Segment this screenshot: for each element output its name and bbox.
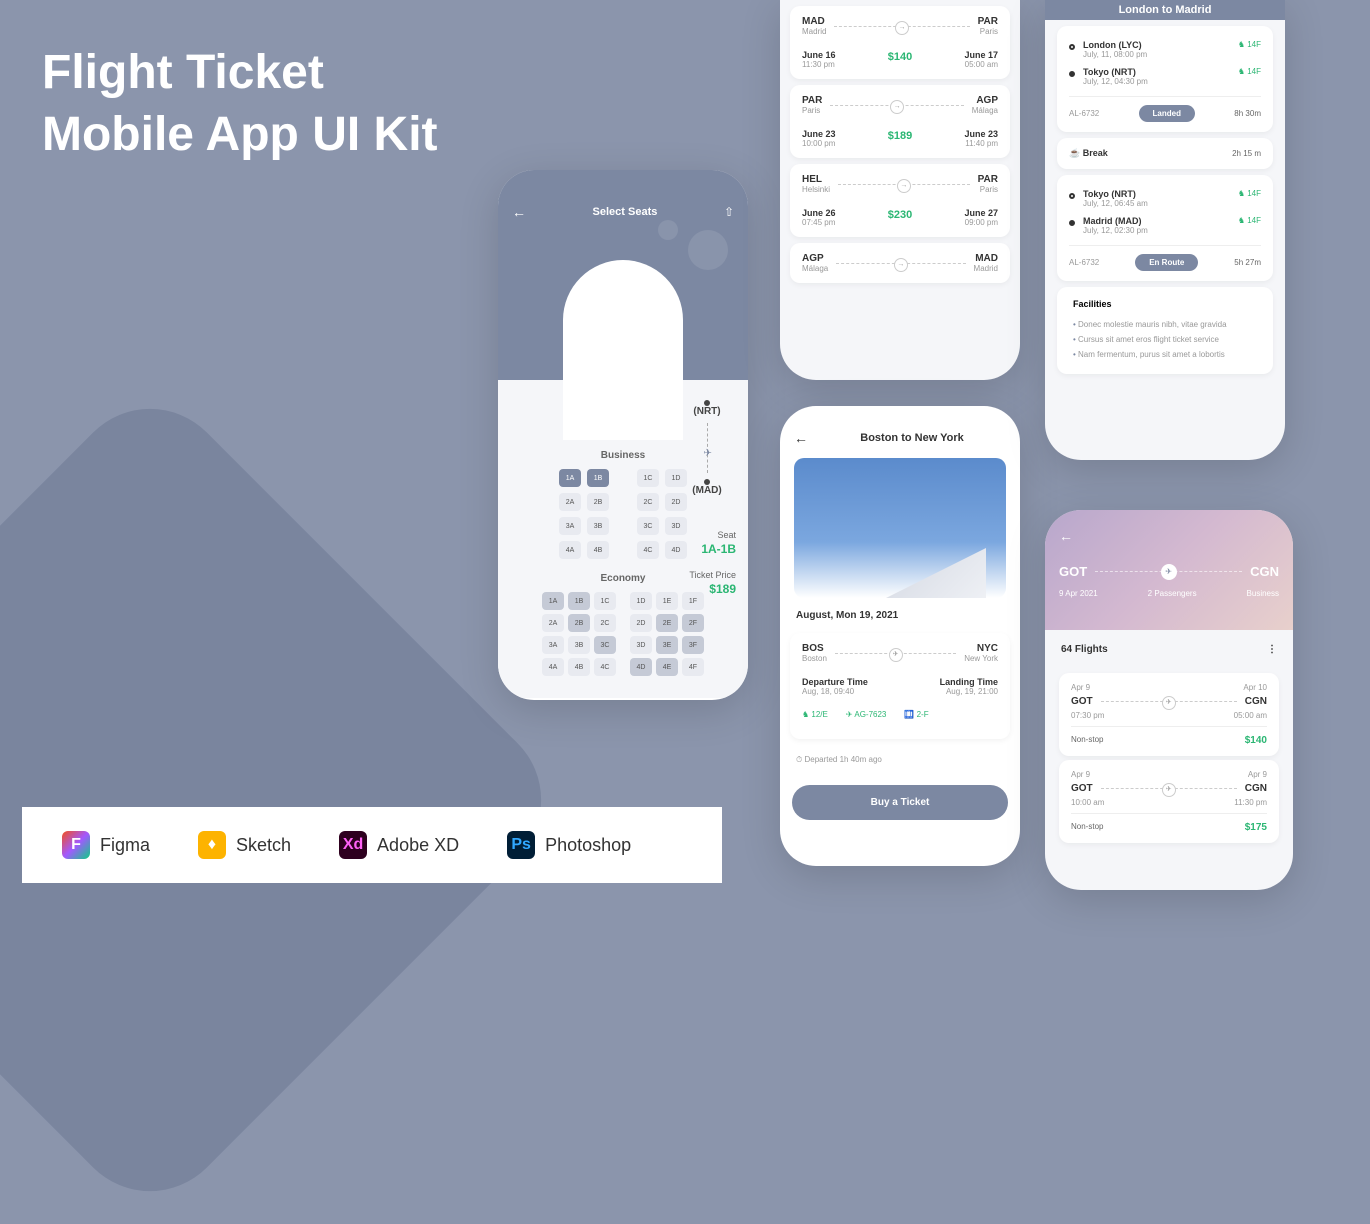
itinerary-leg[interactable]: London (LYC)July, 11, 08:00 pm♞ 14F Toky…	[1057, 26, 1273, 132]
economy-seats: 1A1B1C2A2B2C3A3B3C4A4B4C 1D1E1F2D2E2F3D3…	[510, 592, 736, 676]
seat[interactable]: 4A	[542, 658, 564, 676]
select-seats-header: ← Select Seats ⇧	[498, 170, 748, 380]
seat[interactable]: 1B	[587, 469, 609, 487]
results-count: 64 Flights	[1061, 644, 1108, 655]
seat[interactable]: 1A	[542, 592, 564, 610]
xd-icon: Xd	[339, 831, 367, 859]
phone-itinerary: London to Madrid London (LYC)July, 11, 0…	[1045, 0, 1285, 460]
screen-title: London to Madrid	[1045, 0, 1285, 20]
seat[interactable]: 3C	[637, 517, 659, 535]
seat[interactable]: 3D	[630, 636, 652, 654]
seat[interactable]: 2D	[630, 614, 652, 632]
itinerary-leg[interactable]: Tokyo (NRT)July, 12, 06:45 am♞ 14F Madri…	[1057, 175, 1273, 281]
tool-sketch: ♦Sketch	[198, 831, 291, 859]
tool-ps: PsPhotoshop	[507, 831, 631, 859]
seat[interactable]: 2B	[587, 493, 609, 511]
facility-item: Cursus sit amet eros flight ticket servi…	[1073, 332, 1257, 347]
seat[interactable]: 1C	[594, 592, 616, 610]
flight-card[interactable]: HELHelsinki→PARParisJune 2607:45 pm$230J…	[790, 164, 1010, 237]
flight-detail-card: BOSBoston ✈ NYCNew York Departure TimeAu…	[790, 633, 1010, 739]
seat[interactable]: 4A	[559, 541, 581, 559]
seat[interactable]: 3B	[587, 517, 609, 535]
departed-status: ⏱ Departed 1h 40m ago	[780, 745, 1020, 775]
sketch-icon: ♦	[198, 831, 226, 859]
screen-title: Select Seats	[526, 206, 724, 218]
seat[interactable]: 2C	[637, 493, 659, 511]
hero-image	[794, 458, 1006, 598]
search-result-card[interactable]: Apr 9Apr 10 GOT✈CGN 07:30 pm05:00 am Non…	[1059, 673, 1279, 756]
seat[interactable]: 2B	[568, 614, 590, 632]
share-icon[interactable]: ⇧	[724, 205, 734, 219]
seat[interactable]: 4C	[594, 658, 616, 676]
seat[interactable]: 2A	[559, 493, 581, 511]
ticket-price: $189	[668, 582, 736, 596]
seat[interactable]: 1B	[568, 592, 590, 610]
facility-item: Nam fermentum, purus sit amet a lobortis	[1073, 347, 1257, 362]
back-icon[interactable]: ←	[794, 430, 808, 446]
seat[interactable]: 4D	[630, 658, 652, 676]
seat[interactable]: 3C	[594, 636, 616, 654]
seat[interactable]: 4C	[637, 541, 659, 559]
seat[interactable]: 1A	[559, 469, 581, 487]
seat[interactable]: 2C	[594, 614, 616, 632]
back-icon[interactable]: ←	[1059, 528, 1073, 544]
seat[interactable]: 3A	[542, 636, 564, 654]
page-title: Flight Ticket Mobile App UI Kit	[42, 42, 438, 167]
search-hero: ← GOT ✈ CGN 9 Apr 2021 2 Passengers Busi…	[1045, 510, 1293, 630]
route-panel: (NRT) ✈ (MAD)	[678, 400, 736, 496]
facilities-card: Facilities Donec molestie mauris nibh, v…	[1057, 287, 1273, 374]
flight-card[interactable]: AGPMálaga→MADMadrid	[790, 243, 1010, 283]
screen-title: Boston to New York	[818, 432, 1006, 444]
flight-card[interactable]: MADMadrid→PARParisJune 1611:30 pm$140Jun…	[790, 6, 1010, 79]
buy-ticket-button[interactable]: Buy a Ticket	[792, 785, 1008, 820]
seat[interactable]: 1C	[637, 469, 659, 487]
break-card: ☕ Break2h 15 m	[1057, 138, 1273, 169]
phone-search-results: ← GOT ✈ CGN 9 Apr 2021 2 Passengers Busi…	[1045, 510, 1293, 890]
seat[interactable]: 3F	[682, 636, 704, 654]
ps-icon: Ps	[507, 831, 535, 859]
more-icon[interactable]: ⋮	[1267, 644, 1277, 655]
seat[interactable]: 4B	[568, 658, 590, 676]
seat[interactable]: 2E	[656, 614, 678, 632]
seat[interactable]: 4F	[682, 658, 704, 676]
seat[interactable]: 2A	[542, 614, 564, 632]
figma-icon: F	[62, 831, 90, 859]
plane-icon: ✈	[1161, 564, 1177, 580]
phone-flight-list: MADMadrid→PARParisJune 1611:30 pm$140Jun…	[780, 0, 1020, 380]
tool-xd: XdAdobe XD	[339, 831, 459, 859]
seat[interactable]: 4E	[656, 658, 678, 676]
seat[interactable]: 3B	[568, 636, 590, 654]
phone-select-seats: ← Select Seats ⇧ Business 1A1B2A2B3A3B4A…	[498, 170, 748, 700]
seat[interactable]: 4B	[587, 541, 609, 559]
seat[interactable]: 2F	[682, 614, 704, 632]
back-icon[interactable]: ←	[512, 204, 526, 220]
seat[interactable]: 3E	[656, 636, 678, 654]
flight-date: August, Mon 19, 2021	[780, 598, 1020, 627]
phone-flight-detail: ← Boston to New York August, Mon 19, 202…	[780, 406, 1020, 866]
seat[interactable]: 1D	[630, 592, 652, 610]
search-result-card[interactable]: Apr 9Apr 9 GOT✈CGN 10:00 am11:30 pm Non-…	[1059, 760, 1279, 843]
seat[interactable]: 3A	[559, 517, 581, 535]
flight-card[interactable]: PARParis→AGPMálagaJune 2310:00 pm$189Jun…	[790, 85, 1010, 158]
selected-seats: 1A-1B	[668, 542, 736, 556]
plane-icon: ✈	[889, 648, 903, 662]
tool-figma: FFigma	[62, 831, 150, 859]
facility-item: Donec molestie mauris nibh, vitae gravid…	[1073, 317, 1257, 332]
tools-bar: FFigma ♦Sketch XdAdobe XD PsPhotoshop	[22, 807, 722, 883]
